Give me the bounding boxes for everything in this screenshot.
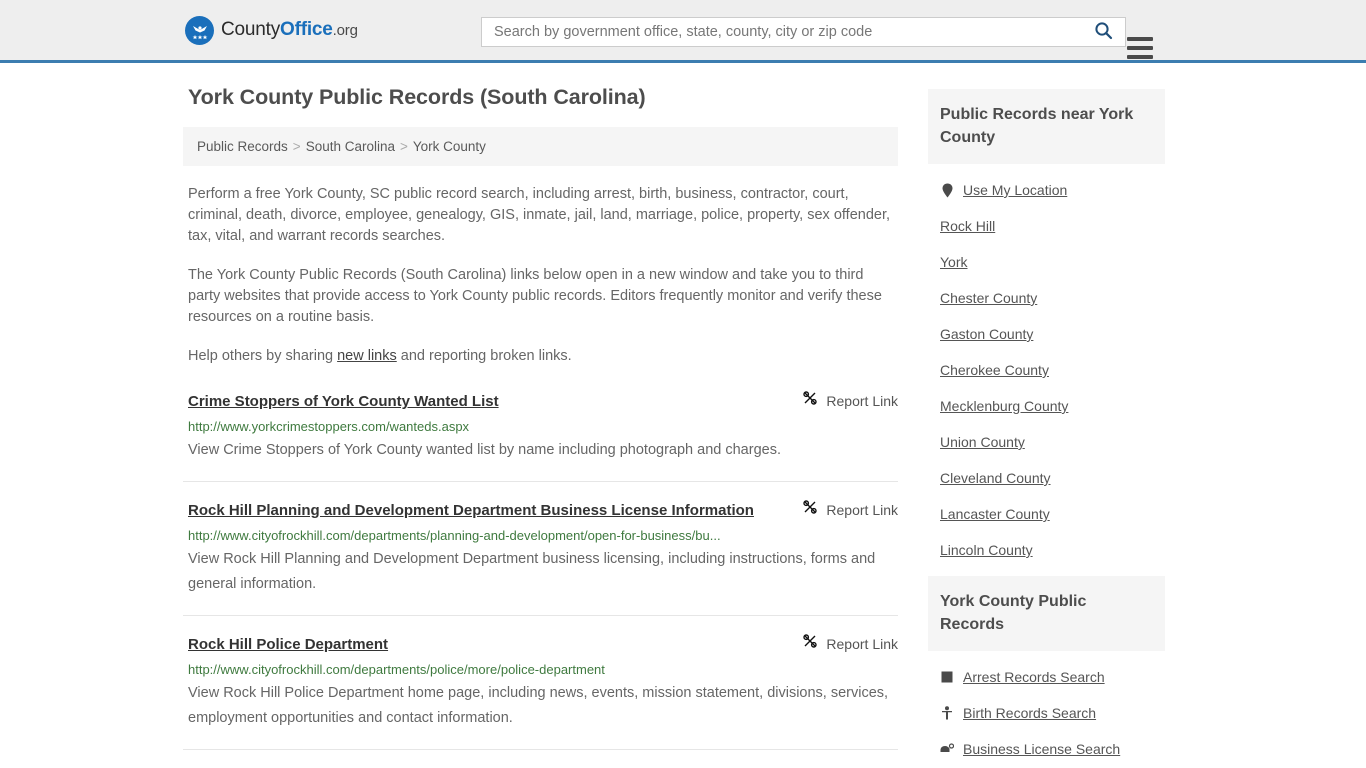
breadcrumb: Public Records > South Carolina > York Count… bbox=[183, 127, 898, 166]
sidebar: Public Records near York County Use My L… bbox=[928, 85, 1165, 768]
sidebar-item-use-my-location[interactable]: Use My Location bbox=[940, 172, 1165, 208]
logo-text-office: Office bbox=[280, 19, 333, 40]
sidebar-item-gaston-county[interactable]: Gaston County bbox=[940, 316, 1165, 352]
sidebar-item-rock-hill[interactable]: Rock Hill bbox=[940, 208, 1165, 244]
map-pin-icon bbox=[940, 183, 954, 198]
sidebar-item-cleveland-county[interactable]: Cleveland County bbox=[940, 460, 1165, 496]
result-item: Rock Hill Planning and Development Depar… bbox=[183, 499, 898, 616]
results-list: Crime Stoppers of York County Wanted Lis… bbox=[183, 390, 898, 768]
breadcrumb-item-york-county[interactable]: York County bbox=[413, 139, 486, 154]
report-link-button[interactable]: Report Link bbox=[790, 499, 898, 520]
intro-paragraph-2: The York County Public Records (South Ca… bbox=[188, 267, 882, 325]
sidebar-link-label[interactable]: Lincoln County bbox=[940, 542, 1033, 558]
sidebar-link-label[interactable]: Chester County bbox=[940, 290, 1037, 306]
sidebar-heading-nearby: Public Records near York County bbox=[928, 89, 1165, 164]
report-link-label: Report Link bbox=[826, 501, 898, 518]
sidebar-link-label[interactable]: Gaston County bbox=[940, 326, 1033, 342]
sidebar-item-business-license-search[interactable]: Business License Search bbox=[940, 731, 1165, 767]
sidebar-heading-records: York County Public Records bbox=[928, 576, 1165, 651]
baby-icon bbox=[940, 706, 954, 720]
report-link-button[interactable]: Report Link bbox=[790, 390, 898, 411]
help-paragraph: Help others by sharing new links and rep… bbox=[188, 346, 898, 367]
help-prefix: Help others by sharing bbox=[188, 348, 338, 364]
breadcrumb-separator: > bbox=[292, 139, 301, 154]
sidebar-link-label[interactable]: Business License Search bbox=[963, 741, 1120, 757]
hamburger-menu-icon[interactable] bbox=[1127, 37, 1153, 59]
search-icon bbox=[1094, 21, 1113, 43]
page-body: York County Public Records (South Caroli… bbox=[183, 63, 1183, 768]
sidebar-link-label[interactable]: Cherokee County bbox=[940, 362, 1049, 378]
intro-paragraph-1: Perform a free York County, SC public re… bbox=[188, 186, 891, 244]
sidebar-item-arrest-records-search[interactable]: Arrest Records Search bbox=[940, 659, 1165, 695]
sidebar-link-label[interactable]: Cleveland County bbox=[940, 470, 1051, 486]
result-url[interactable]: http://www.yorkcrimestoppers.com/wanteds… bbox=[188, 418, 898, 435]
logo-text-org: .org bbox=[332, 22, 358, 39]
sidebar-link-label[interactable]: Union County bbox=[940, 434, 1025, 450]
result-url[interactable]: http://www.cityofrockhill.com/department… bbox=[188, 527, 898, 544]
report-link-label: Report Link bbox=[826, 635, 898, 652]
header-inner: CountyOffice.org bbox=[183, 0, 1183, 60]
sidebar-item-york[interactable]: York bbox=[940, 244, 1165, 280]
sidebar-item-birth-records-search[interactable]: Birth Records Search bbox=[940, 695, 1165, 731]
sidebar-link-label[interactable]: Lancaster County bbox=[940, 506, 1050, 522]
eagle-seal-icon bbox=[185, 15, 214, 45]
sidebar-link-label[interactable]: Arrest Records Search bbox=[963, 669, 1105, 685]
result-description: View Crime Stoppers of York County wante… bbox=[188, 442, 781, 458]
sidebar-records-list: Arrest Records Search Birth Records Sear… bbox=[928, 651, 1165, 767]
site-header: CountyOffice.org bbox=[0, 0, 1366, 63]
sidebar-box-nearby: Public Records near York County Use My L… bbox=[928, 89, 1165, 568]
result-title-link[interactable]: Rock Hill Planning and Development Depar… bbox=[188, 501, 754, 521]
sidebar-item-mecklenburg-county[interactable]: Mecklenburg County bbox=[940, 388, 1165, 424]
result-title-link[interactable]: Crime Stoppers of York County Wanted Lis… bbox=[188, 392, 499, 412]
result-title-link[interactable]: Rock Hill Police Department bbox=[188, 635, 388, 655]
sidebar-item-lincoln-county[interactable]: Lincoln County bbox=[940, 532, 1165, 568]
sidebar-box-records: York County Public Records Arrest Record… bbox=[928, 576, 1165, 767]
report-link-label: Report Link bbox=[826, 392, 898, 409]
result-description: View Rock Hill Police Department home pa… bbox=[188, 685, 889, 726]
unlink-icon bbox=[802, 499, 818, 520]
result-item: Rock Hill Police Department Report Link … bbox=[183, 633, 898, 750]
storefront-icon bbox=[940, 743, 954, 755]
result-url[interactable]: http://www.cityofrockhill.com/department… bbox=[188, 661, 898, 678]
breadcrumb-separator: > bbox=[400, 139, 408, 154]
search-bar bbox=[481, 17, 1153, 59]
search-button[interactable] bbox=[1081, 18, 1125, 46]
main-content: York County Public Records (South Caroli… bbox=[183, 85, 898, 768]
sidebar-link-label[interactable]: Rock Hill bbox=[940, 218, 995, 234]
sidebar-nearby-list: Use My Location Rock Hill York Chester C… bbox=[928, 164, 1165, 568]
unlink-icon bbox=[802, 633, 818, 654]
breadcrumb-item-south-carolina[interactable]: South Carolina bbox=[306, 139, 395, 154]
site-logo[interactable]: CountyOffice.org bbox=[185, 15, 358, 45]
result-header: Rock Hill Planning and Development Depar… bbox=[188, 499, 898, 521]
sidebar-item-chester-county[interactable]: Chester County bbox=[940, 280, 1165, 316]
result-header: Crime Stoppers of York County Wanted Lis… bbox=[188, 390, 898, 412]
sidebar-item-lancaster-county[interactable]: Lancaster County bbox=[940, 496, 1165, 532]
site-logo-text: CountyOffice.org bbox=[221, 19, 358, 41]
sidebar-link-label[interactable]: Birth Records Search bbox=[963, 705, 1096, 721]
result-item: Crime Stoppers of York County Wanted Lis… bbox=[183, 390, 898, 482]
sidebar-link-label[interactable]: Mecklenburg County bbox=[940, 398, 1068, 414]
unlink-icon bbox=[802, 390, 818, 411]
fingerprint-icon bbox=[940, 671, 954, 683]
breadcrumb-item-public-records[interactable]: Public Records bbox=[197, 139, 288, 154]
sidebar-item-union-county[interactable]: Union County bbox=[940, 424, 1165, 460]
sidebar-link-label[interactable]: Use My Location bbox=[963, 182, 1067, 198]
result-header: Rock Hill Police Department Report Link bbox=[188, 633, 898, 655]
sidebar-item-cherokee-county[interactable]: Cherokee County bbox=[940, 352, 1165, 388]
sidebar-link-label[interactable]: York bbox=[940, 254, 968, 270]
page-title: York County Public Records (South Caroli… bbox=[188, 85, 646, 109]
report-link-button[interactable]: Report Link bbox=[790, 633, 898, 654]
logo-text-county: County bbox=[221, 19, 281, 40]
help-suffix: and reporting broken links. bbox=[396, 348, 572, 364]
new-links-link[interactable]: new links bbox=[337, 348, 397, 364]
result-description: View Rock Hill Planning and Development … bbox=[188, 551, 876, 592]
search-input[interactable] bbox=[482, 18, 1081, 46]
